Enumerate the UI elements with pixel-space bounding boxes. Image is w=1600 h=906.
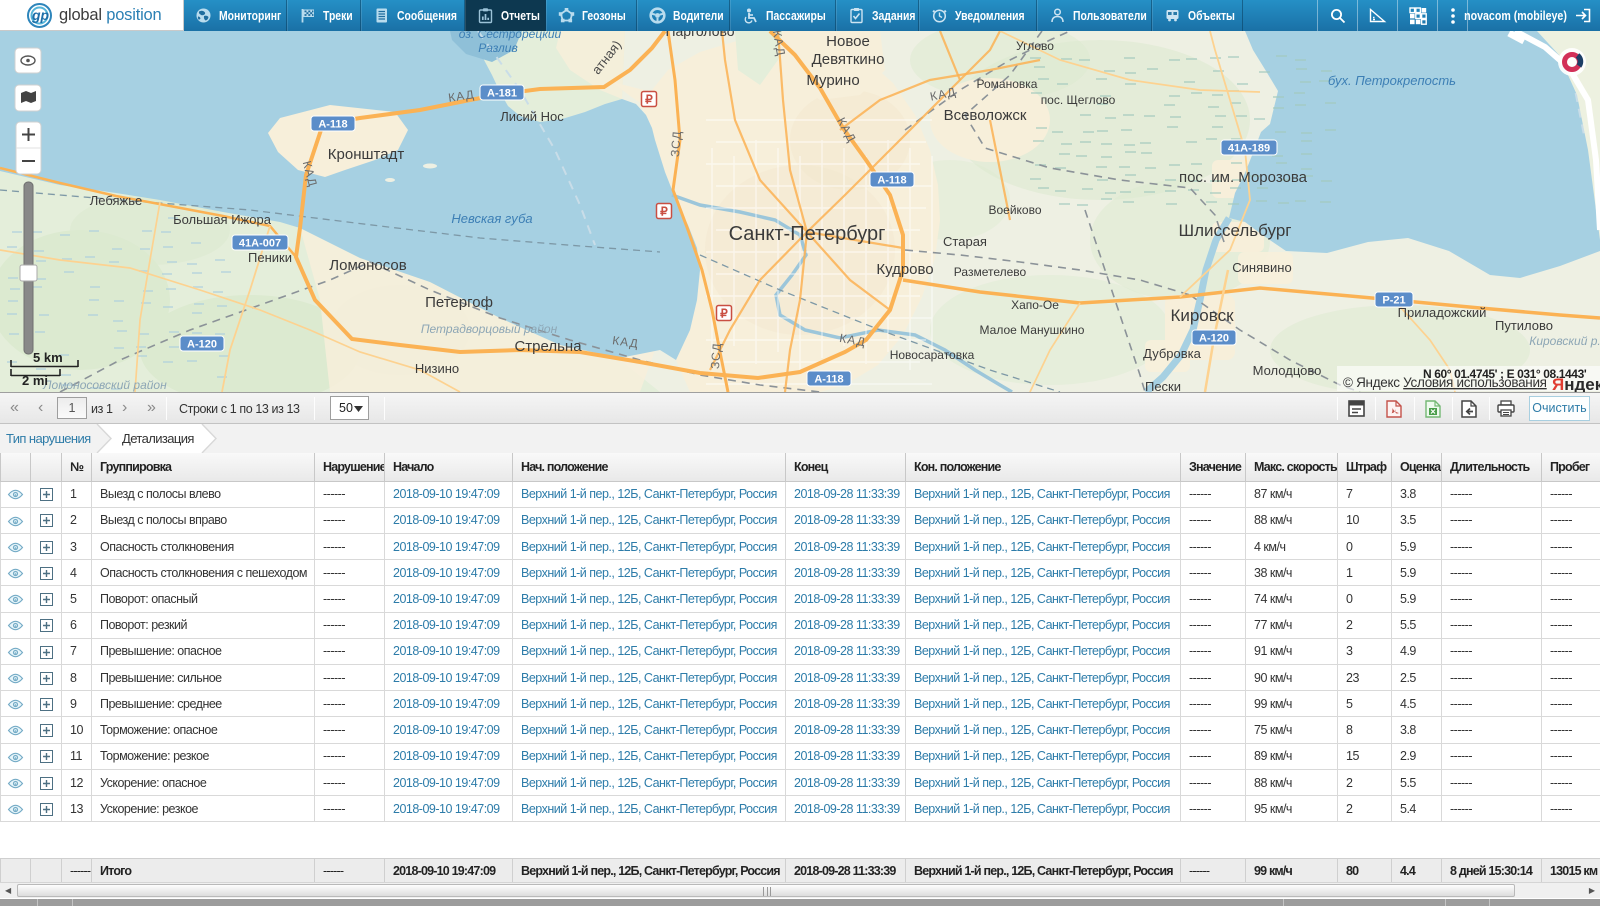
svg-text:ЗСД: ЗСД: [668, 130, 684, 158]
svg-text:А-118: А-118: [877, 175, 906, 187]
svg-text:Петрадворцовый район: Петрадворцовый район: [421, 322, 558, 336]
svg-text:Лисий Нос: Лисий Нос: [500, 109, 564, 124]
svg-text:Мурино: Мурино: [806, 72, 859, 89]
svg-text:Тип нарушения: Тип нарушения: [6, 431, 91, 446]
svg-text:Р-21: Р-21: [1382, 295, 1405, 307]
svg-text:Пески: Пески: [1145, 379, 1181, 392]
svg-text:А-120: А-120: [187, 339, 217, 351]
svg-text:Кудрово: Кудрово: [876, 261, 933, 278]
svg-text:пос. им. Морозова: пос. им. Морозова: [1179, 169, 1308, 186]
svg-text:gp: gp: [31, 7, 50, 23]
svg-text:Синявино: Синявино: [1232, 260, 1291, 275]
svg-text:оз. Сестрорецкий: оз. Сестрорецкий: [459, 31, 562, 41]
svg-text:2 mi: 2 mi: [22, 373, 48, 388]
svg-text:Детализация: Детализация: [122, 431, 194, 446]
svg-text:А-120: А-120: [1199, 333, 1229, 345]
svg-text:Дубровка: Дубровка: [1143, 346, 1202, 361]
svg-text:Санкт-Петербург: Санкт-Петербург: [729, 223, 886, 245]
svg-text:© Яндекс Условия использования: © Яндекс Условия использования: [1343, 375, 1547, 390]
svg-text:Путилово: Путилово: [1495, 318, 1553, 333]
svg-text:Разлив: Разлив: [478, 41, 517, 55]
svg-text:Шлиссельбург: Шлиссельбург: [1179, 221, 1292, 240]
svg-text:Пеники: Пеники: [248, 250, 292, 265]
svg-text:Новое: Новое: [826, 33, 870, 50]
svg-text:Большая Ижора: Большая Ижора: [173, 212, 272, 227]
svg-text:Парголово: Парголово: [665, 31, 734, 39]
svg-text:Кировский р.: Кировский р.: [1529, 334, 1600, 348]
svg-text:А-118: А-118: [318, 119, 347, 131]
svg-text:Всеволожск: Всеволожск: [944, 107, 1027, 124]
svg-text:пос. Щеглово: пос. Щеглово: [1041, 93, 1116, 107]
svg-text:5 km: 5 km: [33, 350, 63, 365]
svg-text:ЗСД: ЗСД: [708, 342, 724, 370]
svg-text:А-181: А-181: [487, 88, 517, 100]
svg-text:Петергоф: Петергоф: [425, 294, 493, 311]
svg-text:Романовка: Романовка: [977, 77, 1038, 91]
svg-text:Углово: Углово: [1016, 39, 1054, 53]
svg-text:Воейково: Воейково: [988, 203, 1041, 217]
svg-text:Кронштадт: Кронштадт: [328, 146, 405, 163]
svg-text:Девяткино: Девяткино: [812, 51, 885, 68]
svg-text:Невская губа: Невская губа: [451, 211, 532, 226]
svg-text:₽: ₽: [720, 307, 728, 321]
svg-text:А-118: А-118: [814, 374, 843, 386]
svg-text:Малое Манушкино: Малое Манушкино: [980, 323, 1085, 337]
svg-text:Яндекс: Яндекс: [1552, 375, 1600, 392]
svg-text:Разметелево: Разметелево: [954, 265, 1027, 279]
svg-text:Ломоносов: Ломоносов: [329, 257, 406, 274]
svg-text:Стрельна: Стрельна: [514, 338, 582, 355]
svg-text:Низино: Низино: [415, 361, 459, 376]
svg-text:41А-007: 41А-007: [239, 238, 281, 250]
svg-text:₽: ₽: [645, 93, 653, 107]
svg-text:41А-189: 41А-189: [1228, 143, 1270, 155]
svg-text:Молодцово: Молодцово: [1253, 363, 1322, 378]
svg-text:Старая: Старая: [943, 234, 987, 249]
svg-text:Новосаратовка: Новосаратовка: [890, 348, 975, 362]
svg-text:₽: ₽: [660, 205, 668, 219]
svg-text:Лебяжье: Лебяжье: [90, 193, 143, 208]
svg-text:Кировск: Кировск: [1170, 306, 1234, 325]
svg-text:Хапо-Ое: Хапо-Ое: [1011, 298, 1059, 312]
svg-text:бух. Петрокрепость: бух. Петрокрепость: [1328, 73, 1456, 88]
svg-text:Ломоносовский район: Ломоносовский район: [42, 378, 167, 392]
